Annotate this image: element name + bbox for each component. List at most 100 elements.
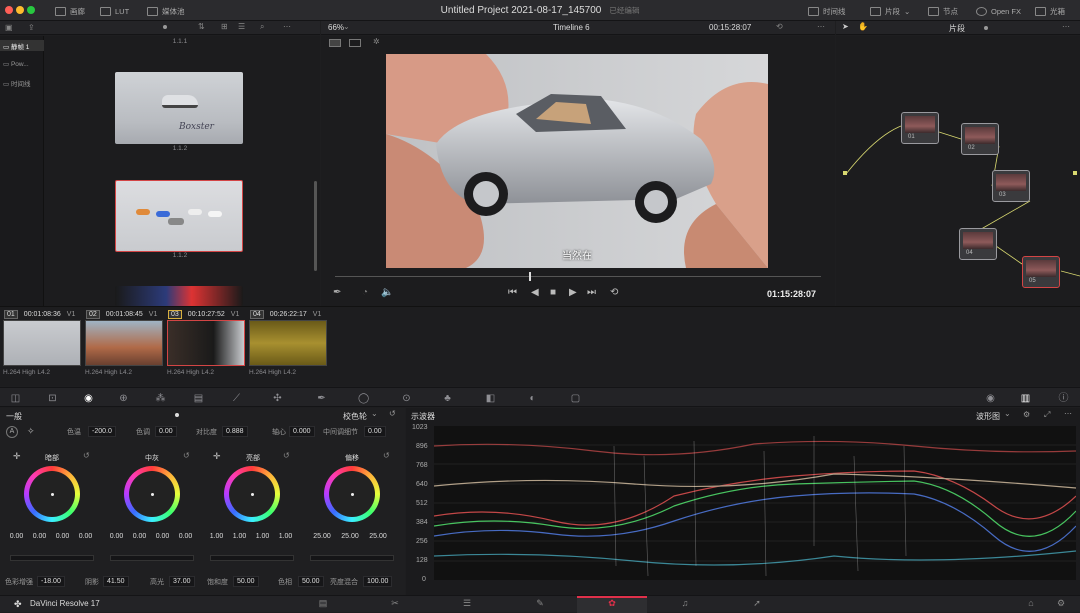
tab-openfx[interactable]: Open FX — [976, 4, 1021, 18]
skip-forward-icon[interactable]: ⏭ — [587, 287, 596, 298]
hand-icon[interactable]: ✋ — [858, 22, 868, 31]
lift-master-slider[interactable] — [10, 555, 94, 561]
expand-icon[interactable]: ⤢ — [1044, 410, 1050, 420]
offset-wheel[interactable] — [324, 466, 380, 522]
still-thumbnail[interactable] — [115, 286, 243, 306]
scrubber-track[interactable] — [335, 276, 821, 277]
reset-icon[interactable]: ↺ — [383, 451, 390, 460]
deliver-page-icon[interactable]: ➚ — [751, 598, 763, 608]
node-04[interactable]: 04 — [959, 228, 997, 260]
auto-balance-icon[interactable]: A — [6, 426, 18, 438]
zoom-level[interactable]: 66% — [328, 23, 344, 32]
options-icon[interactable]: ⋯ — [1064, 409, 1072, 418]
import-icon[interactable]: ⇪ — [28, 23, 35, 32]
saturation-value[interactable]: 50.00 — [233, 576, 259, 587]
options-icon[interactable]: ⋯ — [817, 22, 825, 31]
volume-icon[interactable]: 🔈 — [381, 287, 393, 298]
tracker-icon[interactable]: ⊙ — [401, 393, 412, 404]
sort-icon[interactable]: ⇅ — [198, 22, 205, 31]
home-icon[interactable]: ⌂ — [1025, 598, 1037, 608]
clip-thumbnail-3[interactable] — [167, 320, 245, 366]
media-page-icon[interactable]: ▤ — [317, 598, 329, 608]
play-icon[interactable]: ▶ — [569, 287, 577, 298]
mask-icon[interactable]: ◔ — [362, 287, 368, 298]
node-01[interactable]: 01 — [901, 112, 939, 144]
shadows-value[interactable]: 41.50 — [103, 576, 129, 587]
luma-mix-value[interactable]: 100.00 — [363, 576, 393, 587]
page-indicator[interactable] — [175, 413, 179, 417]
timeline-selector[interactable]: Timeline 6 — [553, 23, 590, 32]
scopes-icon[interactable]: ▥ — [1020, 393, 1031, 404]
reset-icon[interactable]: ↺ — [283, 451, 290, 460]
thumbnail-size-slider[interactable] — [163, 25, 167, 29]
hue-value[interactable]: 50.00 — [298, 576, 324, 587]
node-editor[interactable]: 01 02 03 04 05 — [836, 36, 1080, 306]
motion-effects-icon[interactable]: ▤ — [193, 393, 204, 404]
highlight-icon[interactable]: ✲ — [373, 37, 380, 46]
tint-value[interactable]: 0.00 — [155, 426, 177, 437]
scope-mode-selector[interactable]: 波形图 — [976, 411, 1000, 422]
viewer-image[interactable]: 当然在 — [386, 54, 768, 268]
tab-nodes[interactable]: 节点 — [928, 4, 958, 18]
settings-icon[interactable]: ⚙ — [1023, 410, 1030, 419]
playhead[interactable] — [529, 272, 532, 281]
node-02[interactable]: 02 — [961, 123, 999, 155]
cut-page-icon[interactable]: ✂ — [389, 598, 401, 608]
crosshair-icon[interactable]: ✛ — [13, 451, 21, 462]
gain-values[interactable]: 1.00 1.00 1.00 1.00 — [205, 533, 297, 540]
offset-master-slider[interactable] — [310, 555, 394, 561]
chevron-down-icon[interactable]: ⌄ — [371, 409, 378, 418]
options-icon[interactable]: ⋯ — [1062, 22, 1070, 31]
color-warper-icon[interactable]: ✣ — [272, 393, 283, 404]
midtone-detail-value[interactable]: 0.00 — [364, 426, 386, 437]
clip-thumbnail-1[interactable] — [3, 320, 81, 366]
media-scrollbar[interactable] — [314, 181, 317, 271]
fusion-page-icon[interactable]: ✎ — [534, 598, 546, 608]
gain-master-slider[interactable] — [210, 555, 294, 561]
curves-icon[interactable]: ⟋ — [231, 393, 242, 404]
eyedropper-icon[interactable]: ✒ — [333, 287, 341, 298]
gamma-values[interactable]: 0.00 0.00 0.00 0.00 — [105, 533, 197, 540]
grid-view-icon[interactable]: ⊞ — [221, 22, 228, 31]
lift-wheel[interactable] — [24, 466, 80, 522]
temp-value[interactable]: -200.0 — [88, 426, 116, 437]
reset-icon[interactable]: ↺ — [389, 409, 396, 418]
contrast-value[interactable]: 0.888 — [222, 426, 248, 437]
node-mode-selector[interactable]: 片段 — [949, 23, 965, 34]
color-boost-value[interactable]: -18.00 — [37, 576, 65, 587]
list-view-icon[interactable]: ☰ — [238, 22, 245, 31]
gamma-master-slider[interactable] — [110, 555, 194, 561]
sidebar-toggle-icon[interactable]: ▣ — [5, 23, 13, 32]
chevron-down-icon[interactable]: ⌄ — [343, 22, 350, 31]
key-icon[interactable]: ◐ — [527, 393, 538, 404]
options-icon[interactable]: ⋯ — [283, 22, 291, 31]
node-zoom-slider[interactable] — [984, 26, 988, 30]
offset-values[interactable]: 25.00 25.00 25.00 — [308, 533, 392, 540]
3d-icon[interactable]: ◉ — [985, 393, 996, 404]
magic-mask-icon[interactable]: ♣ — [442, 393, 453, 404]
hdr-icon[interactable]: ⊕ — [118, 393, 129, 404]
clip-thumbnail-4[interactable] — [249, 320, 327, 366]
window-icon[interactable]: ◯ — [358, 393, 369, 404]
color-page-icon[interactable]: ✿ — [606, 598, 618, 608]
blur-icon[interactable]: ◧ — [485, 393, 496, 404]
still-thumbnail-selected[interactable] — [115, 180, 243, 252]
split-viewer-icon[interactable] — [349, 39, 361, 47]
tab-timeline[interactable]: 时间线 — [808, 4, 846, 18]
sidebar-item-timeline[interactable]: ▭ 时间线 — [3, 78, 30, 88]
still-thumbnail[interactable]: Boxster — [115, 72, 243, 144]
wheel-mode-selector[interactable]: 校色轮 — [343, 411, 367, 422]
chevron-down-icon[interactable]: ⌄ — [1004, 409, 1011, 418]
qualifier-icon[interactable]: ✒ — [316, 393, 327, 404]
lift-values[interactable]: 0.00 0.00 0.00 0.00 — [5, 533, 97, 540]
loop-icon[interactable]: ⟲ — [610, 287, 618, 298]
sizing-icon[interactable]: ▢ — [570, 393, 581, 404]
settings-icon[interactable]: ⚙ — [1055, 598, 1067, 608]
skip-back-icon[interactable]: ⏮ — [508, 287, 517, 298]
pointer-icon[interactable]: ➤ — [842, 22, 849, 31]
clip-thumbnail-2[interactable] — [85, 320, 163, 366]
highlights-value[interactable]: 37.00 — [169, 576, 195, 587]
node-05[interactable]: 05 — [1022, 256, 1060, 288]
rgb-mixer-icon[interactable]: ⁂ — [155, 393, 166, 404]
reset-icon[interactable]: ↺ — [83, 451, 90, 460]
